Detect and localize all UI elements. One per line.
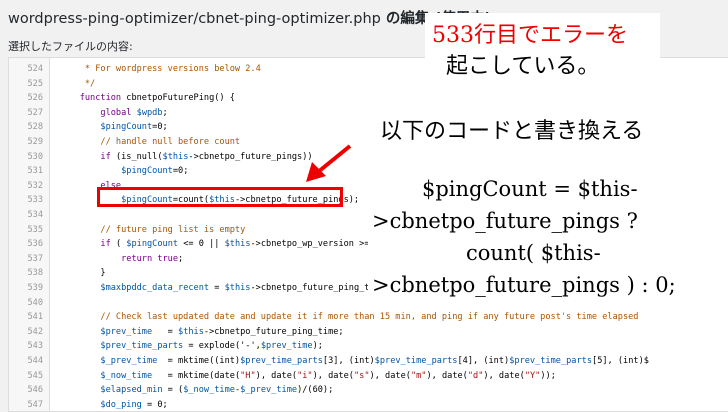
line-number: 526 [27, 93, 43, 104]
code-line[interactable]: $prev_time_parts = explode('-',$prev_tim… [59, 339, 323, 354]
code-line[interactable]: * For wordpress versions below 2.4 [59, 62, 261, 77]
code-line[interactable]: $pingCount=0; [59, 164, 188, 179]
line-number: 527 [27, 107, 43, 118]
line-number: 546 [27, 385, 43, 396]
line-number: 543 [27, 341, 43, 352]
file-content-label: 選択したファイルの内容: [8, 40, 133, 53]
code-line[interactable]: // future ping list is empty [59, 223, 245, 238]
code-line[interactable]: $_prev_time = mktime((int)$prev_time_par… [59, 354, 649, 369]
code-line[interactable]: // handle null before count [59, 135, 240, 150]
line-number: 524 [27, 64, 43, 74]
code-line[interactable]: $_now_time = mktime(date("H"), date("i")… [59, 369, 555, 384]
line-number: 536 [27, 239, 43, 250]
code-line[interactable]: $pingCount=0; [59, 120, 167, 135]
code-line[interactable]: function cbnetpoFuturePing() { [59, 91, 235, 106]
line-number: 525 [27, 78, 43, 89]
code-line[interactable]: // Check last updated date and update it… [59, 310, 638, 325]
replacement-code-line4: >cbnetpo_future_pings ) : 0; [372, 273, 676, 297]
code-line[interactable]: } [59, 266, 105, 281]
code-line[interactable]: if ( $pingCount <= 0 || $this->cbnetpo_w… [59, 237, 405, 252]
line-number: 542 [27, 326, 43, 337]
replacement-code-line3: count( $this- [466, 241, 601, 265]
replace-heading: 以下のコードと書き換える [380, 119, 644, 144]
page-title: wordpress-ping-optimizer/cbnet-ping-opti… [8, 7, 491, 28]
code-line[interactable]: return true; [59, 252, 183, 267]
line-number: 545 [27, 370, 43, 381]
error-note-line1: 533行目でエラーを [432, 23, 628, 48]
file-path: wordpress-ping-optimizer/cbnet-ping-opti… [8, 11, 381, 27]
line-number: 538 [27, 268, 43, 279]
error-note-line2: 起こしている。 [446, 54, 600, 79]
line-number: 535 [27, 224, 43, 235]
line-number: 540 [27, 297, 43, 308]
line-number: 530 [27, 151, 43, 162]
line-number: 534 [27, 210, 43, 220]
line-number: 537 [27, 253, 43, 264]
line-number: 541 [27, 312, 43, 323]
line-number: 532 [27, 180, 43, 191]
code-line[interactable]: $elapsed_min = ($_now_time-$_prev_time)/… [59, 383, 333, 398]
code-line[interactable]: global $wpdb; [59, 106, 167, 121]
replacement-code-line1: $pingCount = $this- [422, 177, 638, 201]
replacement-code-line2: >cbnetpo_future_pings ? [372, 209, 638, 233]
code-line[interactable]: */ [59, 77, 95, 92]
code-line[interactable]: if (is_null($this->cbnetpo_future_pings)… [59, 150, 312, 165]
code-line[interactable]: $prev_time = $this->cbnetpo_future_ping_… [59, 325, 343, 340]
line-number: 529 [27, 137, 43, 147]
code-line[interactable]: $maxbpddc_data_recent = $this->cbnetpo_f… [59, 281, 390, 296]
line-number: 544 [27, 356, 43, 366]
line-number: 533 [27, 195, 43, 206]
error-line-highlight [97, 187, 343, 207]
line-number: 539 [27, 283, 43, 293]
line-number: 531 [27, 166, 43, 177]
line-number: 528 [27, 122, 43, 133]
